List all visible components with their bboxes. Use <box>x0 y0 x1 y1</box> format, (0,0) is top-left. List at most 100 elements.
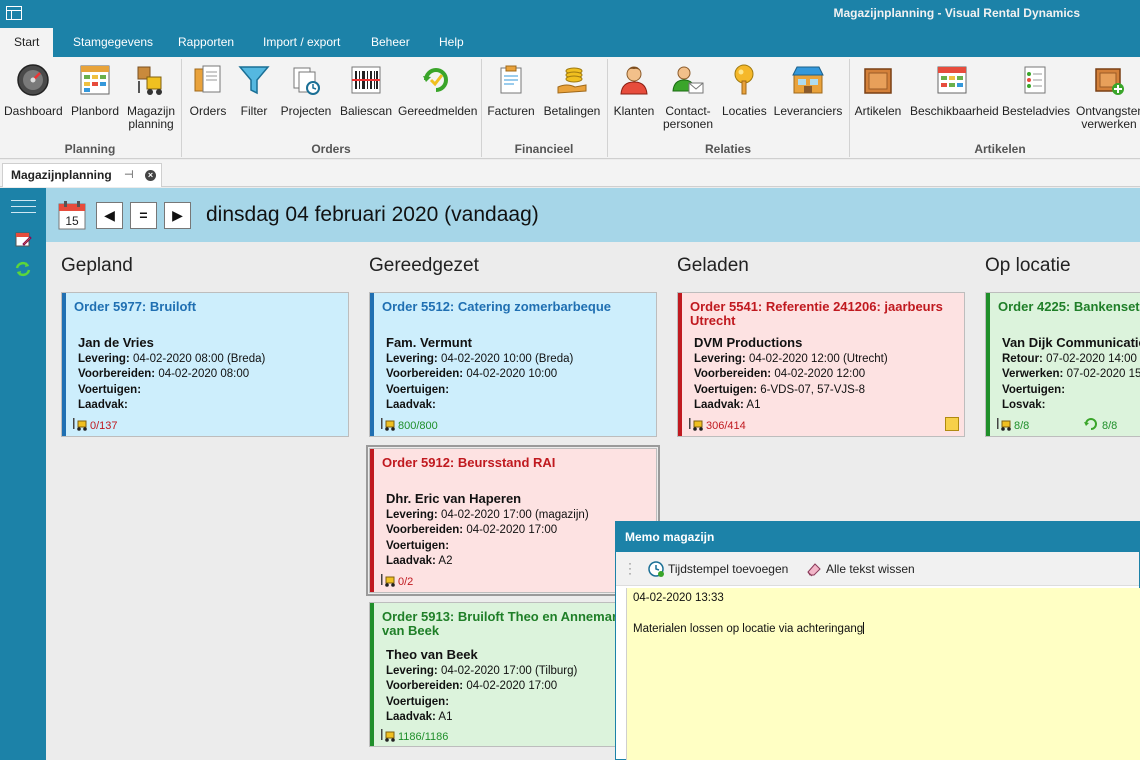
order-stock-status: 0/2 <box>380 574 413 588</box>
card-clip: Order 4225: Bankenset Van Dijk Communica… <box>985 292 1140 437</box>
menu-tab-start[interactable]: Start <box>0 28 54 57</box>
order-card-5541[interactable]: Order 5541: Referentie 241206: jaarbeurs… <box>677 292 965 437</box>
forklift-icon <box>380 574 396 587</box>
leveranciers-button[interactable]: Leveranciers <box>772 63 844 118</box>
order-vehicles: Voertuigen: 6-VDS-07, 57-VJS-8 <box>694 384 866 396</box>
beschikbaarheid-button[interactable]: Beschikbaarheid <box>910 63 999 118</box>
order-unload-bay: Losvak: <box>1002 399 1046 411</box>
order-stock-status: 800/800 <box>380 418 438 432</box>
contact-icon <box>671 63 705 97</box>
refresh-icon[interactable] <box>14 260 32 278</box>
order-card-5977[interactable]: Order 5977: Bruiloft Jan de Vries Leveri… <box>61 292 349 437</box>
order-vehicles: Voertuigen: <box>1002 384 1066 396</box>
eraser-icon <box>806 561 822 577</box>
calendar-icon[interactable]: 15 <box>58 200 86 230</box>
order-vehicles: Voertuigen: <box>386 696 450 708</box>
facturen-button[interactable]: Facturen <box>486 63 536 118</box>
planbord-button[interactable]: Planbord <box>67 63 123 118</box>
check-refresh-icon <box>419 63 453 97</box>
ribbon: Dashboard Planbord Magazijn planning Pla… <box>0 57 1140 159</box>
hamburger-menu-icon[interactable] <box>11 200 36 214</box>
today-button[interactable]: = <box>130 202 157 229</box>
memo-title[interactable]: Memo magazijn <box>616 522 1139 552</box>
doc-tab-magazijnplanning[interactable]: Magazijnplanning ⊣ × <box>2 163 162 187</box>
order-card-5512[interactable]: Order 5512: Catering zomerbarbeque Fam. … <box>369 292 657 437</box>
order-client: Fam. Vermunt <box>386 335 472 350</box>
order-prepare: Voorbereiden: 04-02-2020 12:00 <box>694 368 866 380</box>
memo-note-icon[interactable] <box>945 417 959 431</box>
memo-line-text: Materialen lossen op locatie via achteri… <box>633 623 864 635</box>
baliescan-button[interactable]: Baliescan <box>340 63 392 118</box>
order-delivery: Levering: 04-02-2020 12:00 (Utrecht) <box>694 353 888 365</box>
calendar-grid-icon <box>935 63 969 97</box>
order-title: Order 5541: Referentie 241206: jaarbeurs… <box>690 299 943 328</box>
order-delivery: Levering: 04-02-2020 08:00 (Breda) <box>78 353 266 365</box>
order-vehicles: Voertuigen: <box>386 540 450 552</box>
menu-tab-import-export[interactable]: Import / export <box>249 28 354 57</box>
current-date-title: dinsdag 04 februari 2020 (vandaag) <box>206 203 539 226</box>
menu-tab-help[interactable]: Help <box>425 28 478 57</box>
artikelen-button[interactable]: Artikelen <box>854 63 902 118</box>
order-prepare: Voorbereiden: 04-02-2020 10:00 <box>386 368 558 380</box>
order-prepare: Voorbereiden: 04-02-2020 08:00 <box>78 368 250 380</box>
memo-window[interactable]: Memo magazijn · · · Tijdstempel toevoegen … <box>615 521 1140 760</box>
projects-icon <box>289 63 323 97</box>
ribbon-group-planning: Planning <box>64 142 116 156</box>
order-client: Theo van Beek <box>386 647 478 662</box>
order-vehicles: Voertuigen: <box>386 384 450 396</box>
memo-toolbar: · · · Tijdstempel toevoegen Alle tekst wis… <box>616 552 1139 586</box>
gereedmelden-button[interactable]: Gereedmelden <box>398 63 477 118</box>
dashboard-button[interactable]: Dashboard <box>4 63 63 118</box>
menu-tab-stamgegevens[interactable]: Stamgegevens <box>59 28 167 57</box>
besteladvies-button[interactable]: Besteladvies <box>1002 63 1070 118</box>
menu-tab-beheer[interactable]: Beheer <box>357 28 424 57</box>
order-stock-status: 306/414 <box>688 418 746 432</box>
pin-icon[interactable]: ⊣ <box>124 164 134 186</box>
customer-icon <box>617 63 651 97</box>
order-title: Order 5512: Catering zomerbarbeque <box>382 299 612 314</box>
forklift-icon <box>134 63 168 97</box>
magazijnplanning-button[interactable]: Magazijn planning <box>124 63 178 131</box>
column-title-gepland: Gepland <box>61 255 133 276</box>
toolbar-grip-icon[interactable]: · · · <box>628 557 632 579</box>
forklift-icon <box>380 729 396 742</box>
window-title: Magazijnplanning - Visual Rental Dynamic… <box>833 6 1081 20</box>
ribbon-group-orders: Orders <box>311 142 351 156</box>
klanten-button[interactable]: Klanten <box>612 63 656 118</box>
ribbon-group-financieel: Financieel <box>514 142 574 156</box>
memo-textarea[interactable]: 04-02-2020 13:33 Materialen lossen op lo… <box>626 588 1140 760</box>
clear-text-button[interactable]: Alle tekst wissen <box>806 561 915 577</box>
contactpersonen-button[interactable]: Contact- personen <box>660 63 716 131</box>
forklift-icon <box>688 418 704 431</box>
text-caret <box>863 622 865 634</box>
order-title: Order 5913: Bruiloft Theo en Annemarie v… <box>382 609 628 638</box>
add-timestamp-button[interactable]: Tijdstempel toevoegen <box>648 561 788 577</box>
barcode-icon <box>349 63 383 97</box>
calendar-edit-icon[interactable] <box>14 230 32 248</box>
ontvangsten-verwerken-button[interactable]: Ontvangsten verwerken <box>1076 63 1140 131</box>
forklift-icon <box>72 418 88 431</box>
order-card-5913[interactable]: Order 5913: Bruiloft Theo en Annemarie v… <box>369 602 657 747</box>
orders-button[interactable]: Orders <box>186 63 230 118</box>
betalingen-button[interactable]: Betalingen <box>542 63 602 118</box>
app-icon[interactable] <box>6 6 22 20</box>
projecten-button[interactable]: Projecten <box>280 63 332 118</box>
locaties-button[interactable]: Locaties <box>722 63 767 118</box>
order-bay: Laadvak: <box>386 399 436 411</box>
order-card-5912[interactable]: Order 5912: Beursstand RAI Dhr. Eric van… <box>366 445 660 596</box>
order-delivery: Levering: 04-02-2020 17:00 (magazijn) <box>386 509 589 521</box>
menu-bar: Start Stamgegevens Rapporten Import / ex… <box>0 28 1140 57</box>
menu-tab-rapporten[interactable]: Rapporten <box>164 28 248 57</box>
order-delivery: Levering: 04-02-2020 17:00 (Tilburg) <box>386 665 578 677</box>
planbord-icon <box>78 63 112 97</box>
orders-icon <box>191 63 225 97</box>
close-icon[interactable]: × <box>145 170 156 181</box>
memo-line-timestamp: 04-02-2020 13:33 <box>633 592 724 604</box>
filter-button[interactable]: Filter <box>236 63 272 118</box>
location-pin-icon <box>727 63 761 97</box>
title-bar: Magazijnplanning - Visual Rental Dynamic… <box>0 0 1140 28</box>
order-vehicles: Voertuigen: <box>78 384 142 396</box>
next-day-button[interactable]: ▶ <box>164 202 191 229</box>
previous-day-button[interactable]: ◀ <box>96 202 123 229</box>
order-card-4225[interactable]: Order 4225: Bankenset Van Dijk Communica… <box>985 292 1140 437</box>
